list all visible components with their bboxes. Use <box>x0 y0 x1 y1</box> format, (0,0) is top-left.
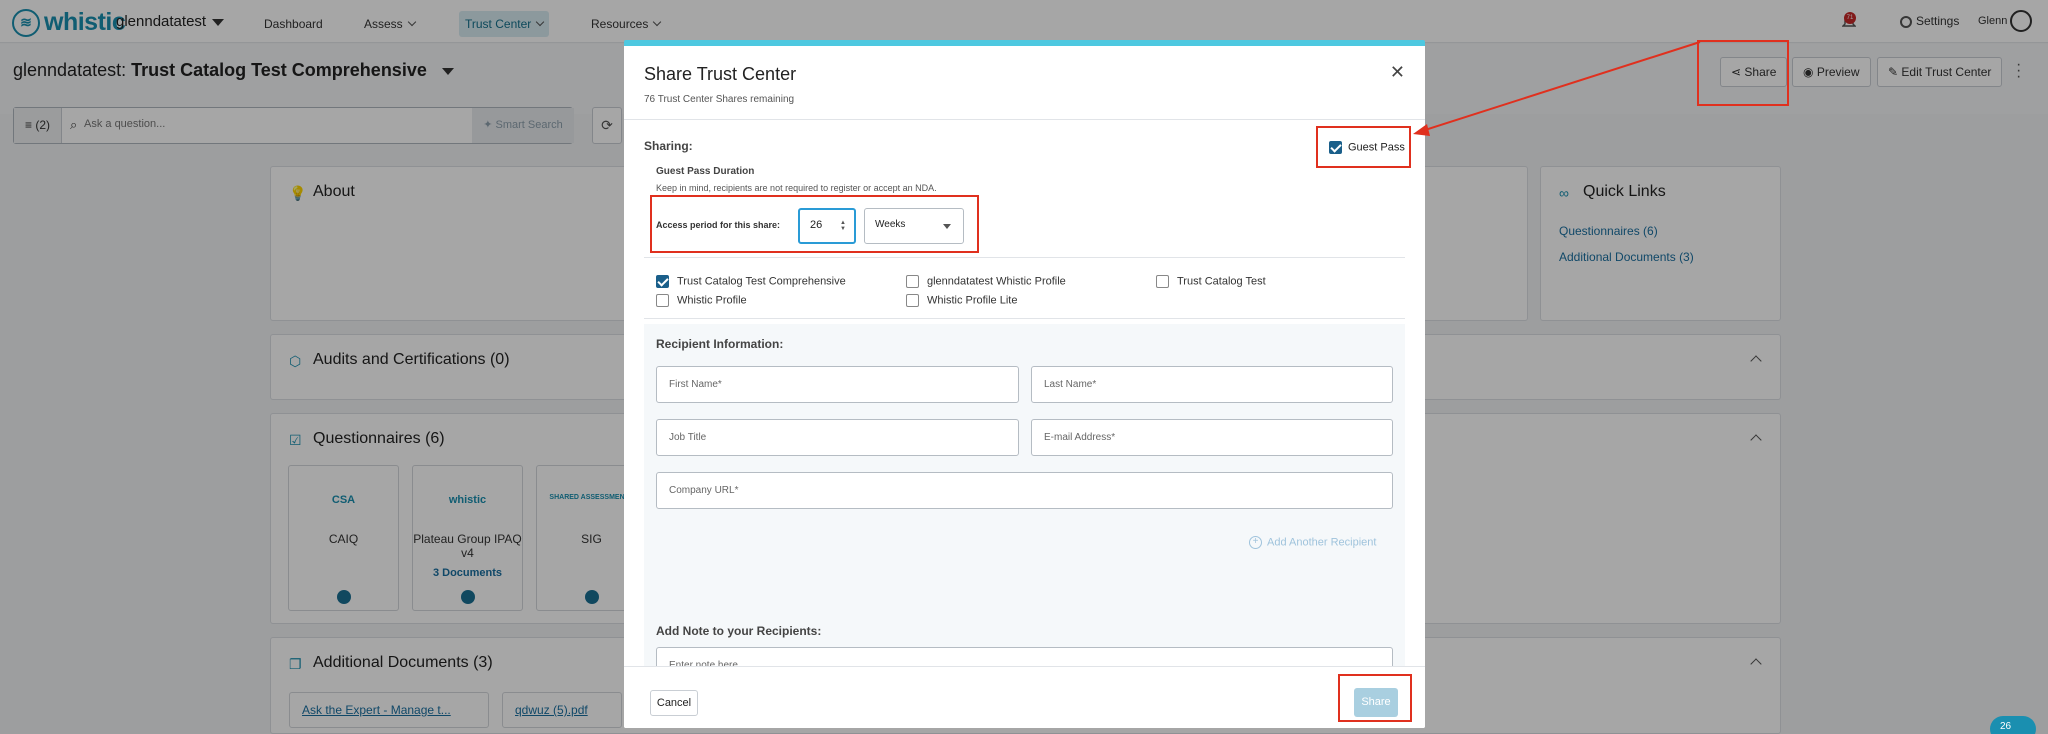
chat-badge-count: 26 <box>2000 721 2012 732</box>
chat-widget[interactable]: 26 <box>1990 716 2036 734</box>
annotation-arrow <box>1413 41 1701 136</box>
